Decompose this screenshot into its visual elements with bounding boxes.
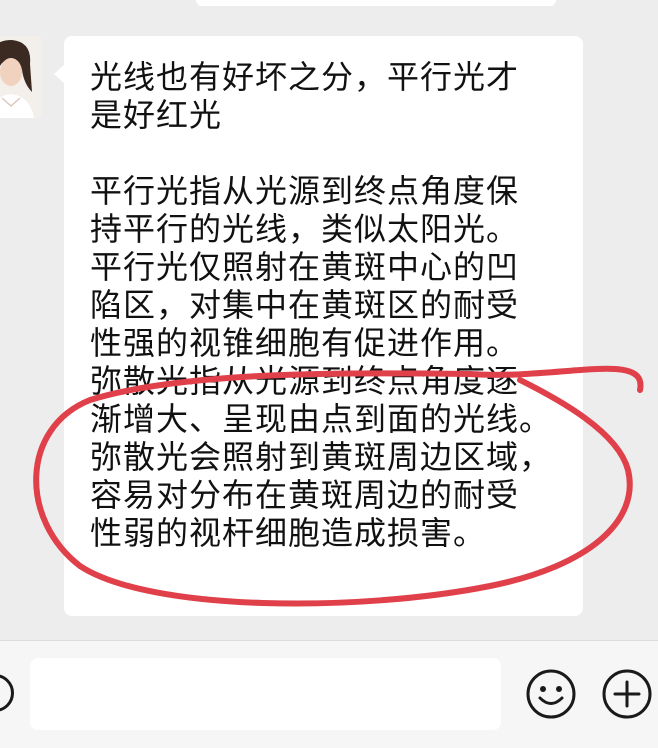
message-line: 容易对分布在黄斑周边的耐受	[90, 476, 520, 514]
voice-icon[interactable]	[0, 674, 14, 712]
message-line: 陷区，对集中在黄斑区的耐受	[90, 286, 520, 324]
smiley-face-icon[interactable]	[525, 668, 577, 720]
input-bar	[0, 640, 658, 748]
avatar-portrait-icon	[0, 36, 42, 118]
message-line: 性弱的视杆细胞造成损害。	[90, 514, 487, 552]
message-line: 光线也有好坏之分，平行光才	[90, 58, 520, 96]
message-line: 渐增大、呈现由点到面的光线。	[90, 400, 553, 438]
previous-message-bubble[interactable]	[196, 0, 556, 6]
avatar[interactable]	[0, 36, 42, 118]
message-line: 平行光仅照射在黄斑中心的凹	[90, 248, 520, 286]
message-line: 性强的视锥细胞有促进作用。	[90, 324, 520, 362]
message-input[interactable]	[30, 658, 501, 730]
message-bubble[interactable]: 光线也有好坏之分，平行光才 是好红光 平行光指从光源到终点角度保 持平行的光线，…	[64, 36, 583, 616]
message-line: 持平行的光线，类似太阳光。	[90, 210, 520, 248]
message-line: 弥散光指从光源到终点角度逐	[90, 362, 520, 400]
message-line: 弥散光会照射到黄斑周边区域，	[90, 438, 553, 476]
message-line: 平行光指从光源到终点角度保	[90, 172, 520, 210]
plus-circle-icon[interactable]	[601, 668, 653, 720]
message-line: 是好红光	[90, 96, 223, 134]
chat-area: 光线也有好坏之分，平行光才 是好红光 平行光指从光源到终点角度保 持平行的光线，…	[0, 0, 658, 640]
